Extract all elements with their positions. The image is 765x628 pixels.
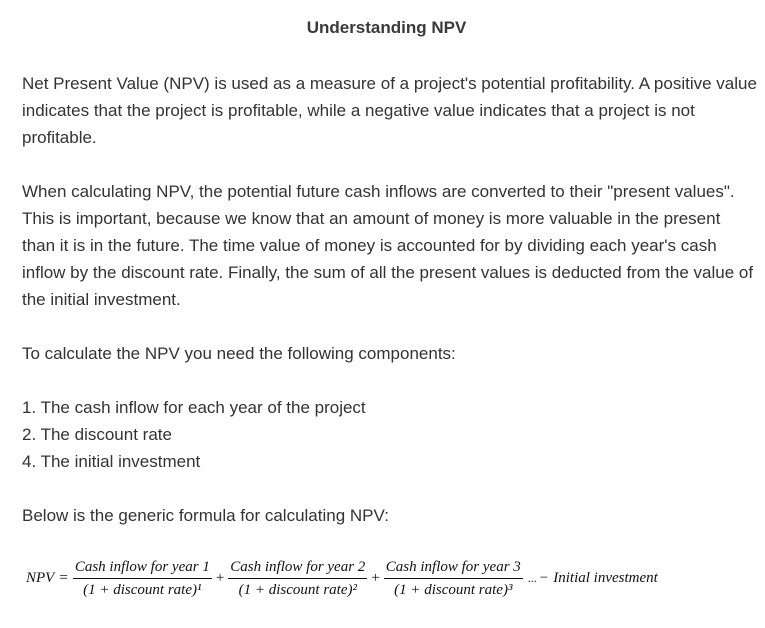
formula-lhs: NPV [26, 569, 55, 586]
formula-ellipsis: ... [527, 570, 537, 585]
formula-initial-investment: Initial investment [553, 569, 658, 586]
formula-term-3: Cash inflow for year 3 (1 + discount rat… [383, 558, 523, 599]
list-item: 1. The cash inflow for each year of the … [22, 398, 366, 417]
formula-term-2: Cash inflow for year 2 (1 + discount rat… [228, 558, 368, 599]
list-item: 2. The discount rate [22, 425, 172, 444]
term-denominator: (1 + discount rate)¹ [83, 581, 202, 598]
plus-operator: + [215, 569, 225, 586]
components-list: 1. The cash inflow for each year of the … [22, 394, 366, 475]
intro-paragraph: Net Present Value (NPV) is used as a mea… [22, 74, 757, 147]
formula-term-1: Cash inflow for year 1 (1 + discount rat… [72, 558, 212, 599]
plus-operator: + [371, 569, 380, 586]
calculation-paragraph: When calculating NPV, the potential futu… [22, 182, 754, 309]
components-intro: To calculate the NPV you need the follow… [22, 344, 456, 363]
term-denominator: (1 + discount rate)³ [394, 581, 513, 598]
term-numerator: Cash inflow for year 1 [72, 558, 212, 579]
term-denominator: (1 + discount rate)² [238, 581, 357, 598]
formula-equals: = [59, 569, 68, 586]
term-numerator: Cash inflow for year 3 [383, 558, 523, 579]
minus-operator: − [539, 569, 549, 586]
page-title: Understanding NPV [306, 18, 467, 37]
npv-formula: NPV = Cash inflow for year 1 (1 + discou… [26, 556, 658, 600]
term-numerator: Cash inflow for year 2 [228, 558, 368, 579]
list-item: 4. The initial investment [22, 452, 201, 471]
formula-intro: Below is the generic formula for calcula… [22, 506, 389, 525]
